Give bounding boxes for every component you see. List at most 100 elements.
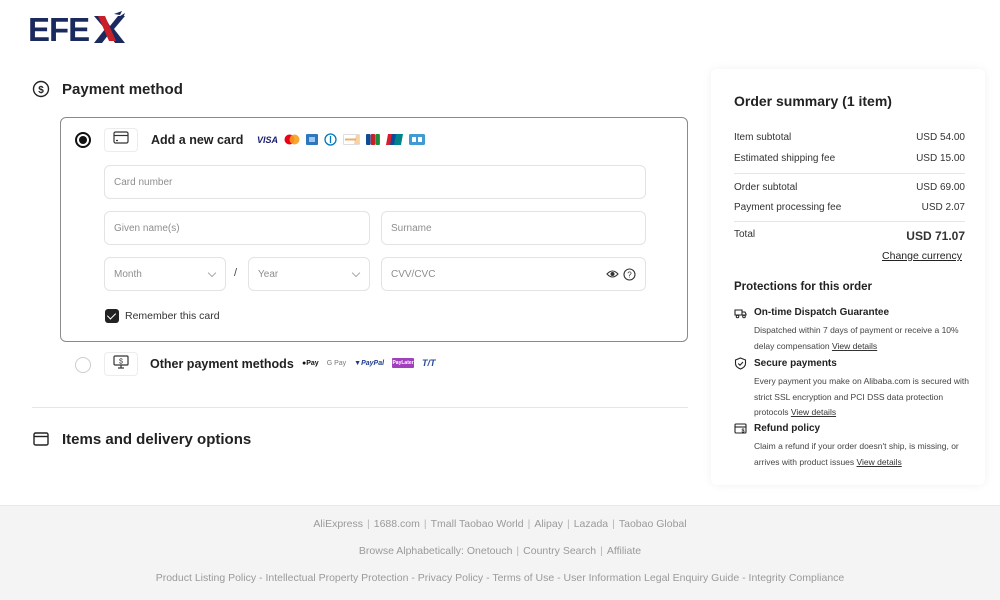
footer-link-privacy[interactable]: Privacy Policy	[418, 572, 483, 584]
protection-item: Secure payments Every payment you make o…	[734, 357, 974, 421]
payment-method-heading: $ Payment method	[32, 80, 183, 98]
summary-total-row: Total USD 71.07	[734, 229, 965, 243]
footer-link-taobao-global[interactable]: Taobao Global	[619, 518, 687, 530]
generic-card-icon	[409, 134, 426, 145]
footer-link-legal-enquiry[interactable]: User Information Legal Enquiry Guide	[564, 572, 740, 584]
footer-partner-links: AliExpress | 1688.com | Tmall Taobao World | A…	[313, 518, 687, 530]
payment-method-title: Payment method	[62, 80, 183, 98]
footer-link-terms[interactable]: Terms of Use	[492, 572, 554, 584]
chevron-down-icon	[351, 268, 361, 278]
footer-link-country-search[interactable]: Country Search	[523, 545, 596, 557]
truck-icon	[734, 306, 747, 319]
efex-logo[interactable]: EFE	[28, 10, 128, 46]
protection-item: On-time Dispatch Guarantee Dispatched wi…	[734, 306, 974, 354]
month-placeholder: Month	[114, 268, 142, 280]
footer-link-integrity[interactable]: Integrity Compliance	[749, 572, 845, 584]
given-name-input[interactable]: Given name(s)	[104, 211, 370, 245]
package-icon	[32, 430, 50, 448]
footer: AliExpress | 1688.com | Tmall Taobao World | A…	[0, 505, 1000, 600]
view-details-link[interactable]: View details	[791, 407, 836, 417]
other-method-logos: ●Pay G Pay ▼PayPal PayLater T/T	[302, 358, 436, 368]
other-methods-radio[interactable]	[75, 357, 91, 373]
svg-text:$: $	[741, 429, 744, 435]
protection-desc: Every payment you make on Alibaba.com is…	[754, 376, 969, 417]
protection-title: Secure payments	[754, 358, 837, 369]
items-delivery-heading[interactable]: Items and delivery options	[32, 430, 251, 448]
total-label: Total	[734, 229, 756, 240]
tt-transfer-icon: T/T	[422, 358, 436, 368]
summary-row-value: USD 69.00	[916, 182, 965, 193]
footer-link-listing-policy[interactable]: Product Listing Policy	[156, 572, 256, 584]
items-delivery-title: Items and delivery options	[62, 430, 252, 448]
paypal-icon: ▼PayPal	[354, 359, 385, 367]
surname-placeholder: Surname	[391, 222, 432, 234]
refund-icon: $	[734, 422, 747, 435]
dollar-circle-icon: $	[32, 80, 50, 98]
monitor-dollar-icon: $	[113, 354, 129, 374]
year-placeholder: Year	[258, 268, 279, 280]
footer-browse-links: Browse Alphabetically: Onetouch | Country …	[358, 545, 642, 557]
total-value: USD 71.07	[906, 229, 965, 243]
surname-input[interactable]: Surname	[381, 211, 646, 245]
summary-row-value: USD 2.07	[921, 202, 965, 213]
other-methods-icon-box: $	[104, 352, 138, 376]
svg-text:$: $	[38, 85, 44, 96]
footer-link-1688[interactable]: 1688.com	[374, 518, 420, 530]
new-card-radio[interactable]	[75, 132, 91, 148]
other-methods-label[interactable]: Other payment methods	[150, 357, 294, 371]
month-select[interactable]: Month	[104, 257, 226, 291]
summary-row-value: USD 54.00	[916, 132, 965, 143]
footer-policy-links: Product Listing Policy - Intellectual Pr…	[155, 572, 845, 584]
add-new-card-label[interactable]: Add a new card	[151, 133, 243, 147]
footer-link-ip-protection[interactable]: Intellectual Property Protection	[265, 572, 408, 584]
order-summary-panel: Order summary (1 item) Item subtotal USD…	[711, 69, 985, 485]
view-details-link[interactable]: View details	[832, 341, 877, 351]
remember-card-label[interactable]: Remember this card	[125, 310, 220, 322]
svg-text:?: ?	[627, 271, 632, 280]
card-number-input[interactable]: Card number	[104, 165, 646, 199]
jcb-icon	[366, 134, 380, 145]
unionpay-icon	[386, 134, 404, 145]
year-select[interactable]: Year	[248, 257, 370, 291]
change-currency-link[interactable]: Change currency	[882, 250, 962, 262]
protection-item: $ Refund policy Claim a refund if your o…	[734, 422, 974, 470]
footer-link-lazada[interactable]: Lazada	[574, 518, 608, 530]
footer-link-affiliate[interactable]: Affiliate	[607, 545, 641, 557]
footer-link-alipay[interactable]: Alipay	[534, 518, 563, 530]
card-brand-logos: VISA	[257, 133, 426, 146]
eye-icon[interactable]	[606, 268, 619, 283]
shield-icon	[734, 357, 747, 370]
summary-row: Estimated shipping fee USD 15.00	[734, 153, 965, 164]
summary-row-label: Item subtotal	[734, 132, 792, 143]
summary-divider	[734, 221, 965, 222]
checkout-page: EFE $ Payment method Add a new card VISA	[0, 0, 1000, 600]
remember-card-checkbox[interactable]	[105, 309, 119, 323]
cvv-placeholder: CVV/CVC	[391, 268, 436, 280]
footer-link-onetouch[interactable]: Onetouch	[467, 545, 513, 557]
footer-link-tmall[interactable]: Tmall Taobao World	[431, 518, 524, 530]
credit-card-icon	[113, 131, 129, 149]
summary-row: Order subtotal USD 69.00	[734, 182, 965, 193]
summary-divider	[734, 173, 965, 174]
footer-link-aliexpress[interactable]: AliExpress	[313, 518, 363, 530]
summary-row-label: Estimated shipping fee	[734, 153, 836, 164]
order-summary-title: Order summary (1 item)	[734, 93, 892, 109]
summary-row-value: USD 15.00	[916, 153, 965, 164]
view-details-link[interactable]: View details	[857, 457, 902, 467]
summary-row: Item subtotal USD 54.00	[734, 132, 965, 143]
card-icon-box	[104, 128, 138, 152]
pay-later-icon: PayLater	[392, 358, 415, 368]
google-pay-icon: G Pay	[326, 359, 347, 367]
protection-title: Refund policy	[754, 423, 821, 434]
mastercard-icon	[284, 134, 300, 145]
cvv-input[interactable]: CVV/CVC ?	[381, 257, 646, 291]
svg-text:EFE: EFE	[28, 11, 89, 46]
diners-club-icon	[324, 133, 337, 146]
summary-row-label: Order subtotal	[734, 182, 798, 193]
expiry-separator: /	[234, 267, 238, 279]
chevron-down-icon	[207, 268, 217, 278]
svg-text:$: $	[119, 358, 123, 365]
help-icon[interactable]: ?	[623, 268, 636, 284]
summary-row: Payment processing fee USD 2.07	[734, 202, 965, 213]
protections-title: Protections for this order	[734, 281, 873, 293]
